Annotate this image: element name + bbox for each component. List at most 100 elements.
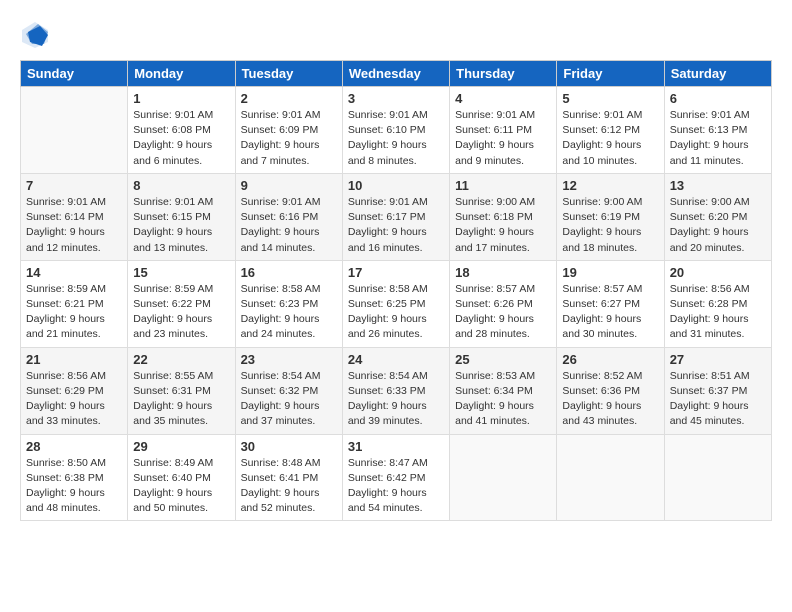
day-number: 15 xyxy=(133,265,229,280)
sunrise: Sunrise: 9:01 AM xyxy=(133,109,213,121)
day-info: Sunrise: 8:50 AMSunset: 6:38 PMDaylight:… xyxy=(26,456,122,517)
logo-icon xyxy=(20,20,50,50)
day-number: 30 xyxy=(241,439,337,454)
calendar-cell: 7 Sunrise: 9:01 AMSunset: 6:14 PMDaylight… xyxy=(21,173,128,260)
day-number: 8 xyxy=(133,178,229,193)
sunrise: Sunrise: 8:52 AM xyxy=(562,370,642,382)
day-info: Sunrise: 9:01 AMSunset: 6:08 PMDaylight:… xyxy=(133,108,229,169)
sunset: Sunset: 6:14 PM xyxy=(26,211,104,223)
sunrise: Sunrise: 8:53 AM xyxy=(455,370,535,382)
header xyxy=(20,20,772,50)
day-info: Sunrise: 8:57 AMSunset: 6:27 PMDaylight:… xyxy=(562,282,658,343)
day-number: 17 xyxy=(348,265,444,280)
day-info: Sunrise: 8:56 AMSunset: 6:28 PMDaylight:… xyxy=(670,282,766,343)
day-info: Sunrise: 8:47 AMSunset: 6:42 PMDaylight:… xyxy=(348,456,444,517)
sunset: Sunset: 6:22 PM xyxy=(133,298,211,310)
daylight: Daylight: 9 hours and 35 minutes. xyxy=(133,400,212,427)
calendar-cell: 24Sunrise: 8:54 AMSunset: 6:33 PMDayligh… xyxy=(342,347,449,434)
sunset: Sunset: 6:12 PM xyxy=(562,124,640,136)
day-info: Sunrise: 9:01 AMSunset: 6:12 PMDaylight:… xyxy=(562,108,658,169)
day-info: Sunrise: 8:52 AMSunset: 6:36 PMDaylight:… xyxy=(562,369,658,430)
daylight: Daylight: 9 hours and 13 minutes. xyxy=(133,226,212,253)
calendar-cell: 6 Sunrise: 9:01 AMSunset: 6:13 PMDaylight… xyxy=(664,87,771,174)
calendar-cell: 13 Sunrise: 9:00 AMSunset: 6:20 PMDayligh… xyxy=(664,173,771,260)
weekday-thursday: Thursday xyxy=(450,61,557,87)
day-number: 11 xyxy=(455,178,551,193)
day-info: Sunrise: 9:00 AMSunset: 6:20 PMDaylight:… xyxy=(670,195,766,256)
day-info: Sunrise: 9:01 AMSunset: 6:13 PMDaylight:… xyxy=(670,108,766,169)
daylight: Daylight: 9 hours and 10 minutes. xyxy=(562,139,641,166)
day-info: Sunrise: 9:01 AMSunset: 6:09 PMDaylight:… xyxy=(241,108,337,169)
day-number: 12 xyxy=(562,178,658,193)
day-number: 7 xyxy=(26,178,122,193)
sunset: Sunset: 6:17 PM xyxy=(348,211,426,223)
sunrise: Sunrise: 8:58 AM xyxy=(348,283,428,295)
sunrise: Sunrise: 8:56 AM xyxy=(670,283,750,295)
daylight: Daylight: 9 hours and 31 minutes. xyxy=(670,313,749,340)
daylight: Daylight: 9 hours and 11 minutes. xyxy=(670,139,749,166)
sunset: Sunset: 6:29 PM xyxy=(26,385,104,397)
calendar-cell: 15Sunrise: 8:59 AMSunset: 6:22 PMDayligh… xyxy=(128,260,235,347)
daylight: Daylight: 9 hours and 50 minutes. xyxy=(133,487,212,514)
sunset: Sunset: 6:32 PM xyxy=(241,385,319,397)
sunset: Sunset: 6:26 PM xyxy=(455,298,533,310)
sunset: Sunset: 6:34 PM xyxy=(455,385,533,397)
daylight: Daylight: 9 hours and 41 minutes. xyxy=(455,400,534,427)
day-info: Sunrise: 8:48 AMSunset: 6:41 PMDaylight:… xyxy=(241,456,337,517)
day-number: 13 xyxy=(670,178,766,193)
sunset: Sunset: 6:42 PM xyxy=(348,472,426,484)
day-number: 4 xyxy=(455,91,551,106)
sunset: Sunset: 6:10 PM xyxy=(348,124,426,136)
day-info: Sunrise: 9:00 AMSunset: 6:19 PMDaylight:… xyxy=(562,195,658,256)
daylight: Daylight: 9 hours and 54 minutes. xyxy=(348,487,427,514)
sunset: Sunset: 6:37 PM xyxy=(670,385,748,397)
sunset: Sunset: 6:23 PM xyxy=(241,298,319,310)
daylight: Daylight: 9 hours and 21 minutes. xyxy=(26,313,105,340)
sunset: Sunset: 6:20 PM xyxy=(670,211,748,223)
day-info: Sunrise: 8:54 AMSunset: 6:33 PMDaylight:… xyxy=(348,369,444,430)
day-number: 9 xyxy=(241,178,337,193)
sunrise: Sunrise: 8:54 AM xyxy=(241,370,321,382)
sunrise: Sunrise: 8:56 AM xyxy=(26,370,106,382)
day-number: 6 xyxy=(670,91,766,106)
sunset: Sunset: 6:11 PM xyxy=(455,124,532,136)
calendar-cell xyxy=(557,434,664,521)
sunset: Sunset: 6:09 PM xyxy=(241,124,319,136)
calendar-cell: 27Sunrise: 8:51 AMSunset: 6:37 PMDayligh… xyxy=(664,347,771,434)
weekday-wednesday: Wednesday xyxy=(342,61,449,87)
sunrise: Sunrise: 8:51 AM xyxy=(670,370,750,382)
sunset: Sunset: 6:16 PM xyxy=(241,211,319,223)
day-info: Sunrise: 9:01 AMSunset: 6:14 PMDaylight:… xyxy=(26,195,122,256)
calendar-cell: 23Sunrise: 8:54 AMSunset: 6:32 PMDayligh… xyxy=(235,347,342,434)
day-info: Sunrise: 9:01 AMSunset: 6:16 PMDaylight:… xyxy=(241,195,337,256)
week-row-5: 28Sunrise: 8:50 AMSunset: 6:38 PMDayligh… xyxy=(21,434,772,521)
daylight: Daylight: 9 hours and 24 minutes. xyxy=(241,313,320,340)
sunset: Sunset: 6:38 PM xyxy=(26,472,104,484)
calendar-cell: 29Sunrise: 8:49 AMSunset: 6:40 PMDayligh… xyxy=(128,434,235,521)
day-number: 14 xyxy=(26,265,122,280)
day-info: Sunrise: 8:56 AMSunset: 6:29 PMDaylight:… xyxy=(26,369,122,430)
day-info: Sunrise: 8:49 AMSunset: 6:40 PMDaylight:… xyxy=(133,456,229,517)
calendar-cell: 9 Sunrise: 9:01 AMSunset: 6:16 PMDaylight… xyxy=(235,173,342,260)
weekday-friday: Friday xyxy=(557,61,664,87)
weekday-sunday: Sunday xyxy=(21,61,128,87)
day-info: Sunrise: 8:54 AMSunset: 6:32 PMDaylight:… xyxy=(241,369,337,430)
sunset: Sunset: 6:18 PM xyxy=(455,211,533,223)
day-info: Sunrise: 8:55 AMSunset: 6:31 PMDaylight:… xyxy=(133,369,229,430)
logo xyxy=(20,20,54,50)
sunrise: Sunrise: 9:00 AM xyxy=(455,196,535,208)
sunrise: Sunrise: 9:00 AM xyxy=(562,196,642,208)
sunset: Sunset: 6:13 PM xyxy=(670,124,748,136)
day-info: Sunrise: 9:01 AMSunset: 6:17 PMDaylight:… xyxy=(348,195,444,256)
week-row-1: 1Sunrise: 9:01 AMSunset: 6:08 PMDaylight… xyxy=(21,87,772,174)
calendar-cell: 10Sunrise: 9:01 AMSunset: 6:17 PMDayligh… xyxy=(342,173,449,260)
daylight: Daylight: 9 hours and 18 minutes. xyxy=(562,226,641,253)
calendar-cell: 1Sunrise: 9:01 AMSunset: 6:08 PMDaylight… xyxy=(128,87,235,174)
day-number: 27 xyxy=(670,352,766,367)
daylight: Daylight: 9 hours and 23 minutes. xyxy=(133,313,212,340)
day-number: 18 xyxy=(455,265,551,280)
calendar: SundayMondayTuesdayWednesdayThursdayFrid… xyxy=(20,60,772,521)
sunset: Sunset: 6:36 PM xyxy=(562,385,640,397)
daylight: Daylight: 9 hours and 20 minutes. xyxy=(670,226,749,253)
day-info: Sunrise: 9:00 AMSunset: 6:18 PMDaylight:… xyxy=(455,195,551,256)
